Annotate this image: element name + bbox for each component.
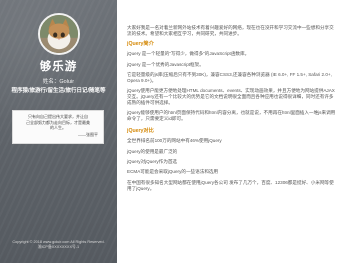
paragraph: 全世界排名前100万的网站中有46%使用jQuery (127, 138, 222, 144)
paragraph: jQuery对jQuery作为首选 (127, 159, 178, 165)
intro-paragraph: 大家好我是一名对着兰新网外站技术有着兴趣爱好的网络，现在也在没开和学习交流中一些… (127, 25, 334, 36)
sidebar: 够乐游 姓名：Goluir 程序猿/旅游行/留生活/旅行日记/随笔等 只有向自己… (0, 0, 117, 263)
site-title[interactable]: 够乐游 (0, 58, 117, 74)
copyright: Copyright © 2018 www.goluir.com All Righ… (0, 240, 117, 250)
cat-avatar-icon (40, 15, 78, 53)
section-heading-intro: jQuery简介 (127, 41, 154, 48)
article: 大家好我是一名对着兰新网外站技术有着兴趣爱好的网络，现在也在没开和学习交流中一些… (127, 25, 337, 196)
quote-source: ——张图平 (78, 131, 98, 137)
paragraph: jQuery 是一个优秀的Javascript框架。 (127, 61, 204, 67)
section-heading-compare: jQuery对比 (127, 128, 154, 135)
paragraph: jQuery使用户能更方便地处理HTML documents、events、实现… (127, 88, 335, 106)
paragraph: jQuery能够使用户的html页面保持代码和html内容分离，也就是说，不用再… (127, 110, 336, 122)
quote-line: 的人生。 (50, 125, 66, 131)
paragraph: jQuery 是一个轻量的"写得少，做得多"的JavaScript函数库。 (127, 51, 250, 57)
avatar[interactable] (38, 13, 80, 55)
paragraph: 它是轻量级的js库(压缩后只有不到30K)，兼容CSS3,还兼容各种浏览器 (I… (127, 71, 332, 83)
site-tagline: 程序猿/旅游行/留生活/旅行日记/随笔等 (11, 88, 106, 94)
paragraph: jQuery的使用是最广泛的 (127, 148, 178, 154)
paragraph: 在中国有很多知名大型网站都在使用jQuery各公司 发布了几万个，百度、1230… (127, 179, 334, 191)
icp-link[interactable]: 渝ICP备XXXXXXXX号-1 (0, 245, 117, 250)
author-name: 姓名：Goluir (42, 79, 75, 85)
paragraph: ECMA可能是会采取jQuery的一些语法和选用 (127, 169, 219, 175)
quote-line: 只有向自己提出伟大要求，并让自 (28, 114, 88, 119)
quote-card: 只有向自己提出伟大要求，并让自 己全部努力都为走向目标，才是最美 的人生。 ——… (12, 110, 104, 144)
main-content: 大家好我是一名对着兰新网外站技术有着兴趣爱好的网络，现在也在没开和学习交流中一些… (117, 0, 350, 263)
